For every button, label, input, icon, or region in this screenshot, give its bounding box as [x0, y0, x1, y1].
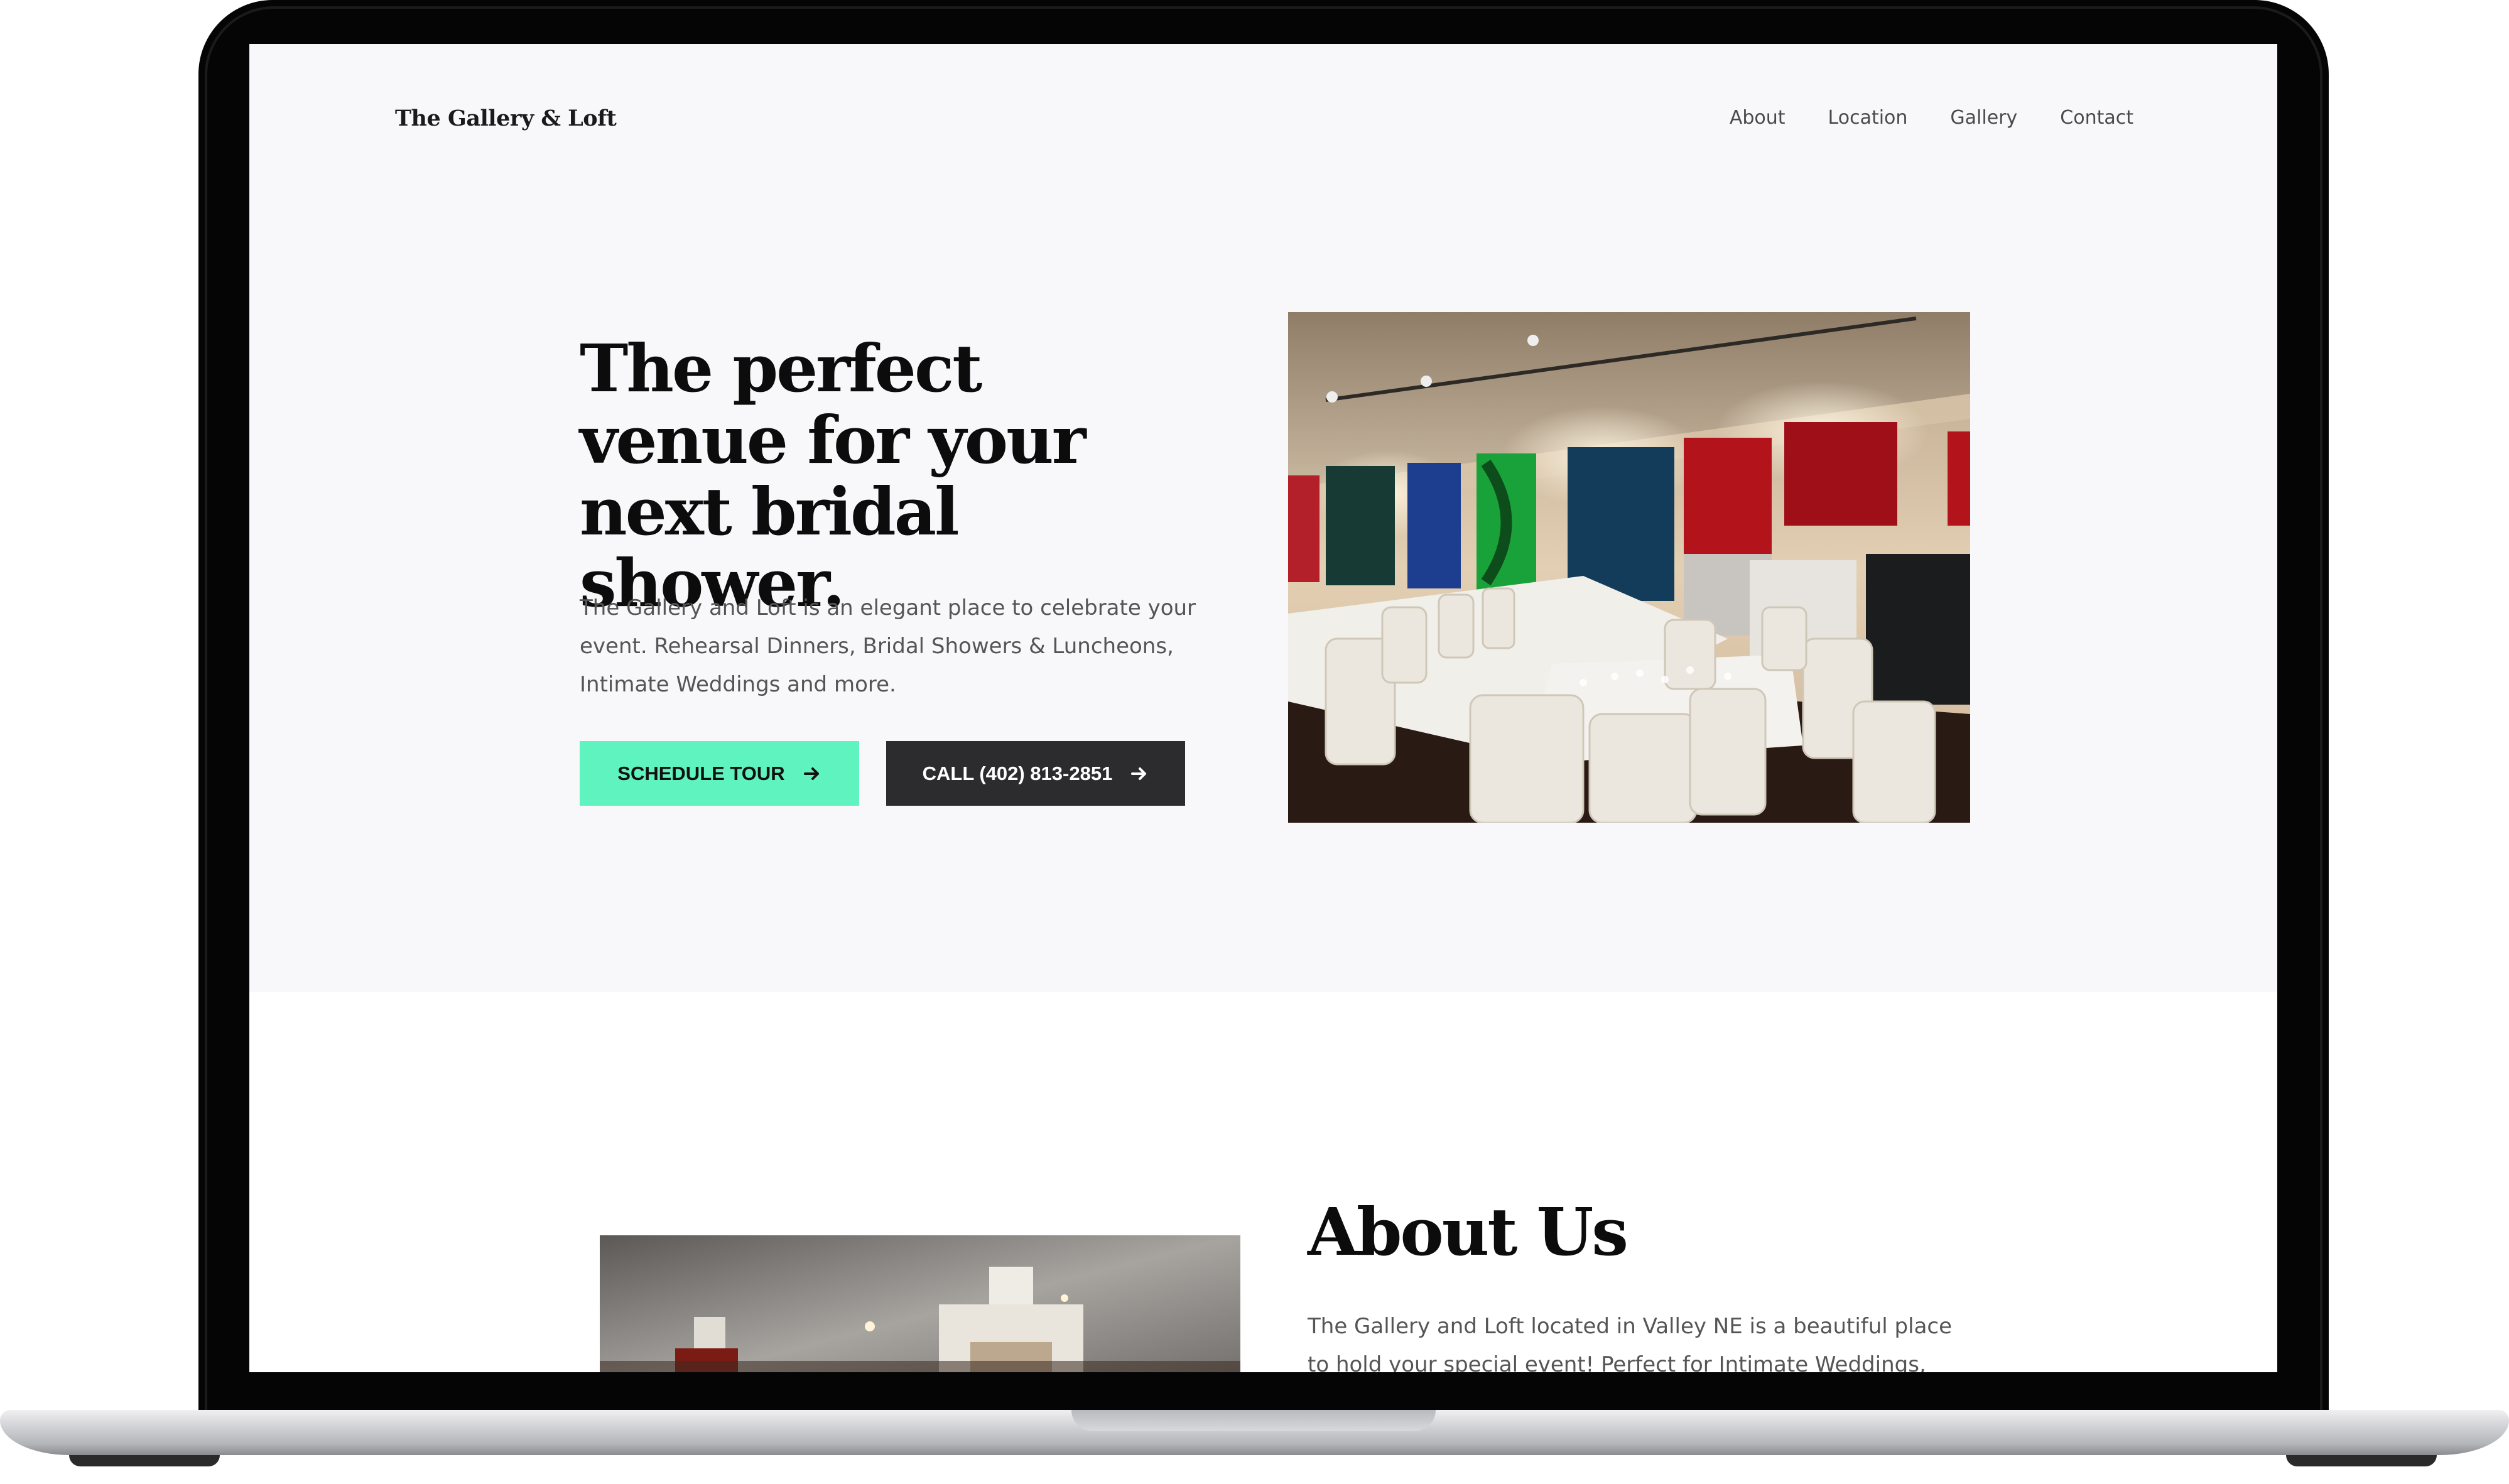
schedule-tour-button[interactable]: Schedule Tour	[580, 741, 859, 806]
hero-venue-photo	[1288, 312, 1970, 823]
site-logo[interactable]: The Gallery & Loft	[395, 106, 617, 131]
hero-heading: The perfect venue for your next bridal s…	[580, 330, 1087, 622]
laptop-foot-right	[2286, 1455, 2437, 1466]
nav-link-contact[interactable]: Contact	[2060, 107, 2133, 129]
call-phone-label: CALL (402) 813-2851	[922, 762, 1113, 784]
about-heading: About Us	[1308, 1193, 1628, 1270]
nav-link-location[interactable]: Location	[1828, 107, 1908, 129]
about-venue-photo	[600, 1235, 1240, 1372]
laptop-screen: The Gallery & Loft About Location Galler…	[249, 44, 2277, 1372]
call-phone-button[interactable]: CALL (402) 813-2851	[886, 741, 1185, 806]
about-description: The Gallery and Loft located in Valley N…	[1308, 1314, 1953, 1372]
laptop-opening-notch	[1071, 1410, 1436, 1431]
nav-link-about[interactable]: About	[1730, 107, 1786, 129]
arrow-right-icon	[1130, 764, 1149, 783]
arrow-right-icon	[803, 764, 821, 783]
hero-description: The Gallery and Loft is an elegant place…	[580, 595, 1196, 697]
laptop-foot-left	[69, 1455, 220, 1466]
main-nav: About Location Gallery Contact	[1730, 107, 2133, 129]
nav-link-gallery[interactable]: Gallery	[1950, 107, 2017, 129]
hero-section	[249, 44, 2277, 992]
schedule-tour-label: Schedule Tour	[617, 762, 785, 784]
